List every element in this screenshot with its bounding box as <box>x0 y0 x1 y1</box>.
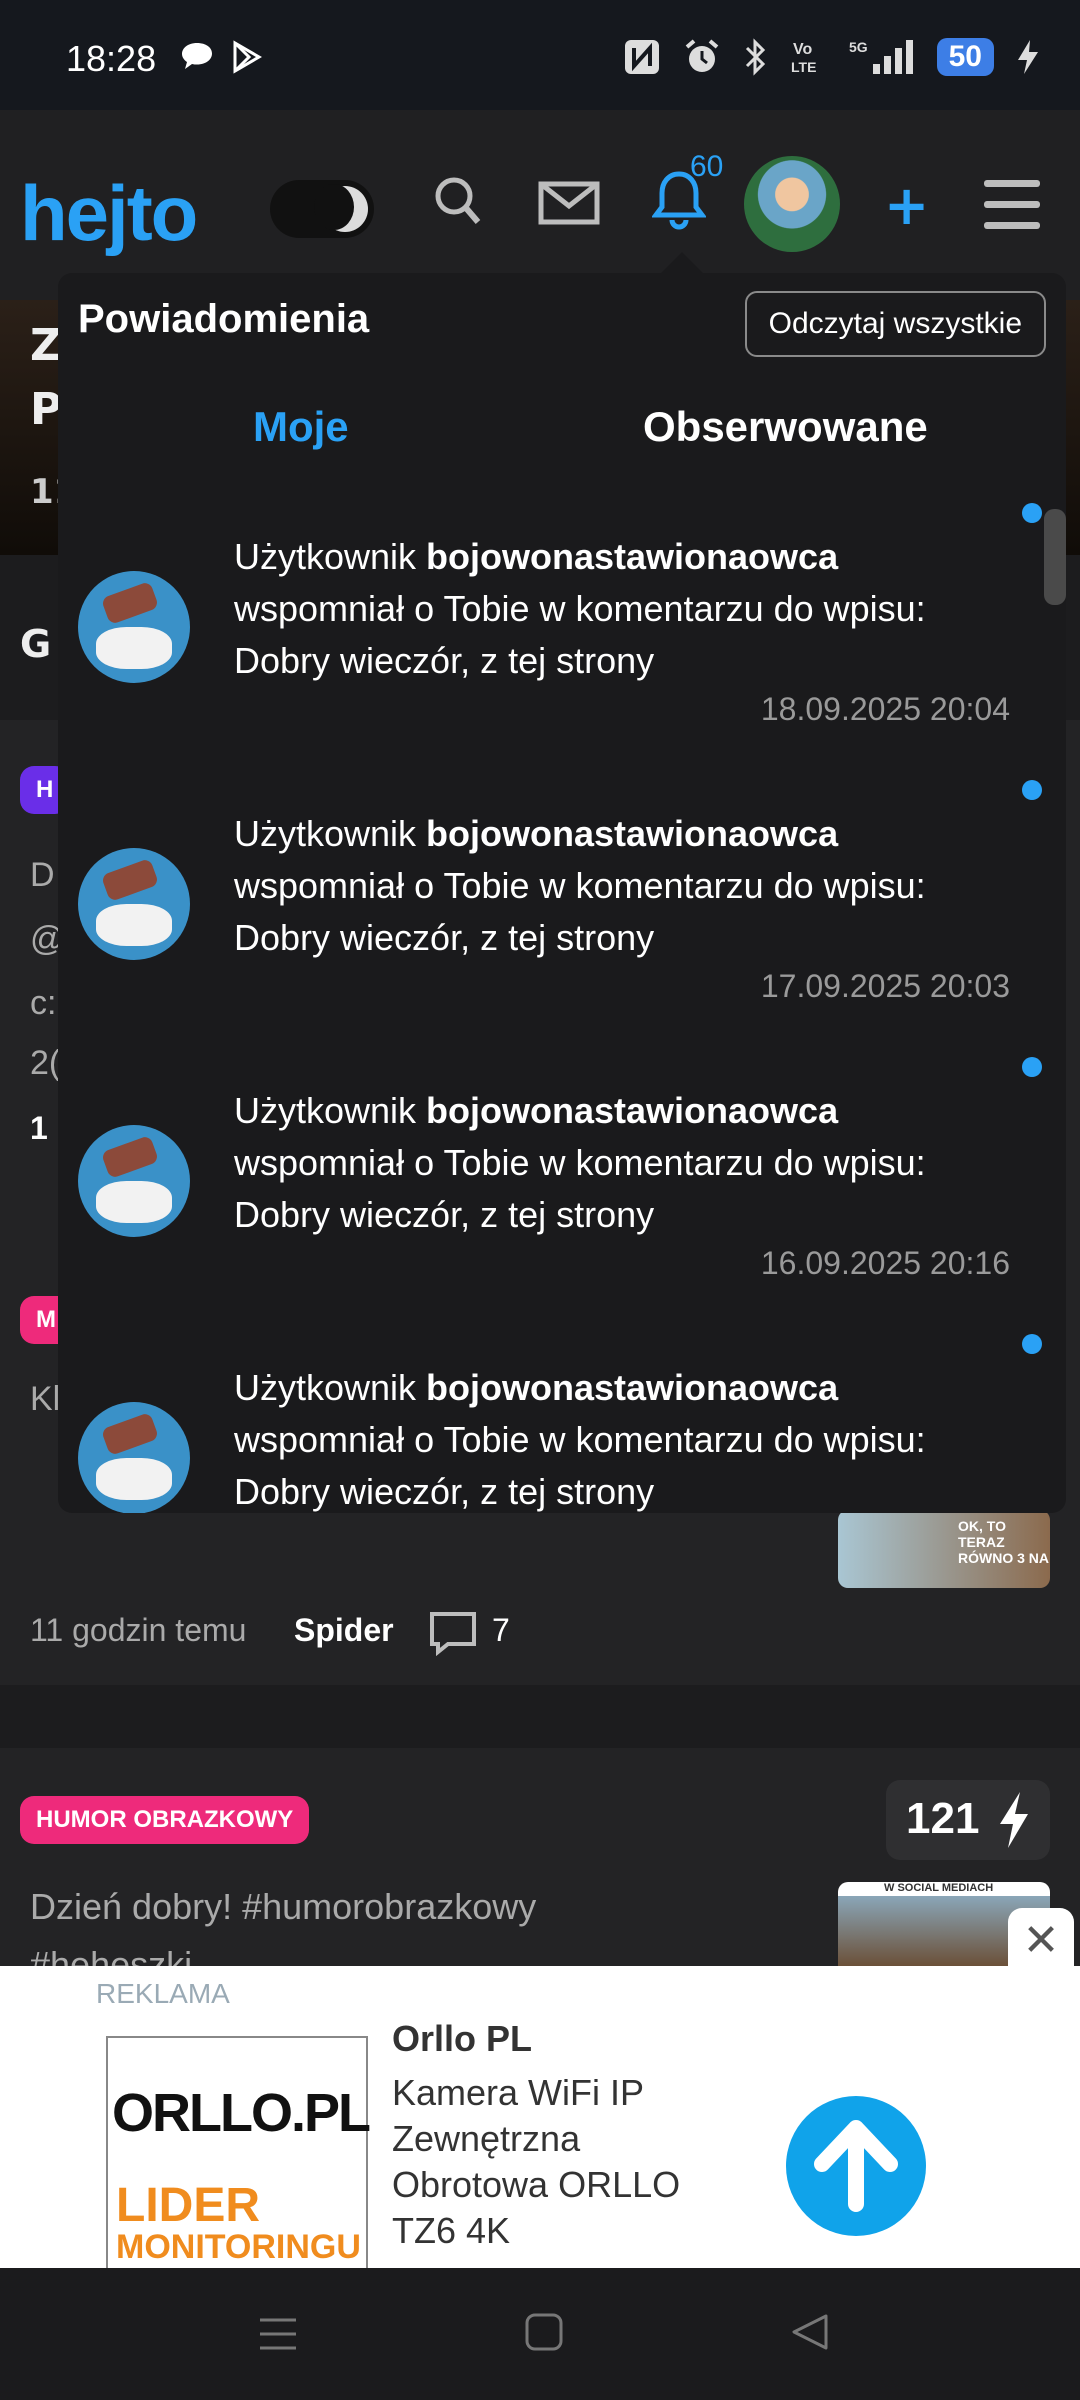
post-thumbnail[interactable]: OK, TO TERAZ RÓWNO 3 NA <box>838 1510 1050 1588</box>
post-text-line: D <box>30 856 55 894</box>
post-time: 11 godzin temu <box>30 1612 247 1648</box>
popup-title: Powiadomienia <box>78 297 370 341</box>
mark-all-read-button[interactable]: Odczytaj wszystkie <box>744 291 1046 357</box>
unread-dot <box>1022 1334 1042 1354</box>
ad-cta-button[interactable] <box>786 2096 926 2236</box>
notification-item[interactable]: Użytkownik bojowonastawionaowca wspomnia… <box>58 1324 1050 1513</box>
post-text-line: c: <box>30 984 57 1022</box>
mail-icon[interactable] <box>538 174 600 230</box>
ad-brand[interactable]: Orllo PL <box>392 2018 532 2060</box>
back-icon[interactable] <box>790 2312 830 2352</box>
charging-icon <box>1018 40 1038 74</box>
notification-list: Użytkownik bojowonastawionaowca wspomnia… <box>58 493 1050 1513</box>
add-post-button[interactable]: + <box>884 174 929 237</box>
notification-username[interactable]: bojowonastawionaowca <box>426 1367 838 1408</box>
post-text-line: Dzień dobry! #humorobrazkowy <box>30 1886 537 1927</box>
tab-observed[interactable]: Obserwowane <box>643 403 928 451</box>
svg-text:LTE: LTE <box>791 59 816 75</box>
system-nav-bar <box>0 2268 1080 2400</box>
alarm-icon <box>685 39 718 72</box>
popup-pointer <box>660 252 704 274</box>
status-time: 18:28 <box>66 38 157 79</box>
comment-count: 7 <box>492 1612 510 1648</box>
notification-item[interactable]: Użytkownik bojowonastawionaowca wspomnia… <box>58 770 1050 1047</box>
signal-5g-icon: 5G <box>849 39 913 74</box>
notification-text: Użytkownik bojowonastawionaowca wspomnia… <box>234 813 926 958</box>
notification-count-badge: 60 <box>690 150 724 183</box>
battery-indicator: 50 <box>936 38 994 76</box>
tag-chip[interactable]: HUMOR OBRAZKOWY <box>20 1796 310 1844</box>
arrow-up-icon <box>814 2120 898 2212</box>
notification-date: 16.09.2025 20:16 <box>760 1245 1010 1281</box>
status-bar: 18:28 Vo LTE 5G 50 <box>0 0 1080 110</box>
hamburger-menu-icon[interactable] <box>984 180 1040 243</box>
notification-item[interactable]: Użytkownik bojowonastawionaowca wspomnia… <box>58 1047 1050 1324</box>
ad-banner[interactable]: REKLAMA ORLLO.PL LIDER MONITORINGU Orllo… <box>0 1966 1080 2272</box>
recent-apps-icon[interactable] <box>258 2314 298 2354</box>
chat-bubble-icon <box>182 43 212 69</box>
moon-icon <box>314 184 368 232</box>
play-store-icon <box>233 40 262 74</box>
home-icon[interactable] <box>524 2312 564 2352</box>
post-text-line: Kl <box>30 1380 61 1418</box>
thumbnail-caption: OK, TO TERAZ RÓWNO 3 NA <box>958 1518 1049 1566</box>
unread-dot <box>1022 503 1042 523</box>
section-title: G <box>20 622 52 666</box>
notification-text: Użytkownik bojowonastawionaowca wspomnia… <box>234 1367 926 1512</box>
notification-text: Użytkownik bojowonastawionaowca wspomnia… <box>234 1090 926 1235</box>
notification-username[interactable]: bojowonastawionaowca <box>426 813 838 854</box>
user-avatar[interactable] <box>78 571 190 683</box>
user-avatar[interactable] <box>78 848 190 960</box>
search-icon[interactable] <box>432 174 484 230</box>
vote-box[interactable]: 121 <box>886 1780 1050 1860</box>
notification-date: 18.09.2025 20:04 <box>760 691 1010 727</box>
user-avatar[interactable] <box>78 1125 190 1237</box>
notification-text: Użytkownik bojowonastawionaowca wspomnia… <box>234 536 926 681</box>
dark-mode-toggle[interactable] <box>270 180 374 238</box>
app-header: hejto 60 + <box>0 110 1080 300</box>
post-author[interactable]: Spider <box>294 1612 394 1649</box>
unread-dot <box>1022 780 1042 800</box>
ad-description[interactable]: Kamera WiFi IP Zewnętrzna Obrotowa ORLLO… <box>392 2070 712 2254</box>
nfc-icon <box>624 40 659 74</box>
vote-count: 121 <box>906 1794 980 1843</box>
volte-icon: VoLTE <box>791 41 816 75</box>
ad-logo[interactable]: ORLLO.PL LIDER MONITORINGU <box>106 2036 371 2272</box>
user-avatar[interactable] <box>78 1402 190 1513</box>
user-avatar[interactable] <box>744 156 840 252</box>
unread-dot <box>1022 1057 1042 1077</box>
notification-username[interactable]: bojowonastawionaowca <box>426 536 838 577</box>
post-text-line: 2( <box>30 1044 61 1082</box>
tab-mine[interactable]: Moje <box>253 403 349 451</box>
notification-item[interactable]: Użytkownik bojowonastawionaowca wspomnia… <box>58 493 1050 770</box>
comment-icon[interactable] <box>428 1610 478 1656</box>
notifications-popup: Powiadomienia Odczytaj wszystkie Moje Ob… <box>58 273 1066 1513</box>
hejto-logo[interactable]: hejto <box>20 168 198 259</box>
bluetooth-icon <box>745 38 765 76</box>
close-ad-button[interactable]: ✕ <box>1008 1908 1074 1974</box>
notification-date: 17.09.2025 20:03 <box>760 968 1010 1004</box>
svg-text:5G: 5G <box>849 39 868 55</box>
svg-text:Vo: Vo <box>793 41 812 58</box>
lightning-icon <box>1000 1792 1028 1848</box>
scrollbar[interactable] <box>1044 509 1066 605</box>
ad-label: REKLAMA <box>96 1978 230 2009</box>
notification-username[interactable]: bojowonastawionaowca <box>426 1090 838 1131</box>
thumbnail-caption: W SOCIAL MEDIACH <box>884 1882 994 1894</box>
